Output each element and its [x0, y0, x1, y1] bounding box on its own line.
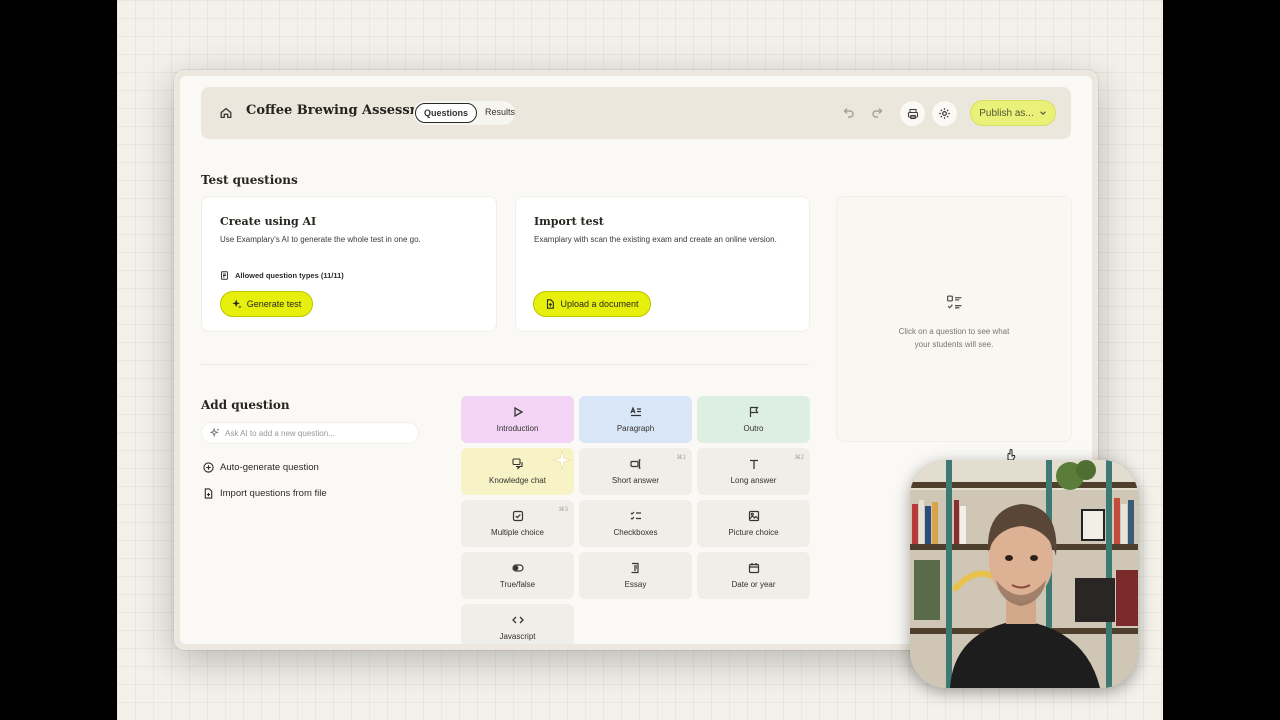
top-bar: Coffee Brewing Assessment Questions Resu…	[201, 87, 1071, 139]
short-answer-icon	[629, 459, 640, 469]
tab-results[interactable]: Results	[477, 103, 523, 123]
file-plus-icon	[204, 488, 213, 499]
section-divider	[201, 364, 809, 365]
tile-label: Date or year	[731, 580, 776, 589]
student-preview-panel: Click on a question to see what your stu…	[836, 196, 1072, 442]
tab-questions[interactable]: Questions	[415, 103, 478, 123]
sparkle-icon	[210, 428, 219, 438]
tile-introduction[interactable]: Introduction	[461, 396, 574, 443]
preview-message: Click on a question to see what your stu…	[837, 325, 1071, 351]
tile-label: True/false	[499, 580, 536, 589]
essay-icon	[631, 562, 639, 574]
document-icon	[221, 271, 228, 280]
tile-label: Knowledge chat	[489, 476, 546, 485]
import-questions-label: Import questions from file	[220, 488, 327, 499]
image-icon	[748, 510, 759, 522]
chevron-down-icon	[1039, 111, 1046, 115]
tile-checkboxes[interactable]: Checkboxes	[579, 500, 692, 547]
test-questions-heading: Test questions	[201, 173, 298, 187]
checkbox-icon	[512, 510, 523, 522]
settings-button[interactable]	[932, 101, 957, 126]
allowed-types[interactable]: Allowed question types (11/11)	[220, 271, 344, 280]
tile-label: Essay	[624, 580, 647, 589]
create-ai-description: Use Examplary's AI to generate the whole…	[220, 235, 421, 244]
checklist-icon	[946, 295, 962, 309]
redo-icon[interactable]	[870, 105, 886, 121]
view-tabs: Questions Results	[413, 101, 515, 125]
paragraph-icon	[629, 406, 641, 417]
printer-icon	[907, 108, 918, 119]
toggle-icon	[511, 564, 524, 572]
tile-label: Long answer	[730, 476, 777, 485]
code-icon	[511, 616, 524, 624]
tile-short-answer[interactable]: Short answer ⌘1	[579, 448, 692, 495]
preview-message-line1: Click on a question to see what	[898, 327, 1010, 336]
tile-javascript[interactable]: Javascript	[461, 604, 574, 644]
upload-document-button[interactable]: Upload a document	[533, 291, 651, 317]
print-button[interactable]	[900, 101, 925, 126]
shortcut-badge: ⌘3	[558, 507, 568, 513]
tile-label: Introduction	[496, 424, 539, 433]
sparkle-cursor-icon	[552, 450, 572, 470]
text-icon	[749, 459, 758, 469]
tile-label: Paragraph	[616, 424, 655, 433]
ai-question-input-wrap	[201, 422, 419, 444]
plus-circle-icon	[203, 462, 214, 473]
upload-file-icon	[547, 299, 555, 309]
chat-icon	[511, 458, 523, 470]
auto-generate-label: Auto-generate question	[220, 462, 319, 473]
allowed-types-label: Allowed question types (11/11)	[235, 271, 344, 280]
flag-icon	[749, 406, 759, 417]
undo-icon[interactable]	[840, 105, 856, 121]
tile-paragraph[interactable]: Paragraph	[579, 396, 692, 443]
publish-button[interactable]: Publish as...	[970, 100, 1056, 126]
gear-icon	[939, 108, 950, 119]
sparkle-icon	[232, 299, 242, 309]
preview-message-line2: your students will see.	[914, 340, 994, 349]
publish-label: Publish as...	[979, 107, 1034, 119]
tile-true-false[interactable]: True/false	[461, 552, 574, 599]
tile-essay[interactable]: Essay	[579, 552, 692, 599]
tile-label: Outro	[743, 424, 764, 433]
auto-generate-question[interactable]: Auto-generate question	[203, 462, 319, 473]
tile-outro[interactable]: Outro	[697, 396, 810, 443]
add-question-heading: Add question	[201, 398, 290, 412]
checklist-icon	[630, 511, 641, 520]
tile-knowledge-chat[interactable]: Knowledge chat	[461, 448, 574, 495]
tile-label: Checkboxes	[613, 528, 658, 537]
presenter-video	[910, 460, 1138, 688]
tile-label: Multiple choice	[491, 528, 544, 537]
generate-test-label: Generate test	[246, 299, 302, 309]
tile-date-or-year[interactable]: Date or year	[697, 552, 810, 599]
create-ai-title: Create using AI	[220, 215, 317, 228]
tile-picture-choice[interactable]: Picture choice	[697, 500, 810, 547]
tile-long-answer[interactable]: Long answer ⌘2	[697, 448, 810, 495]
generate-test-button[interactable]: Generate test	[220, 291, 313, 317]
import-questions-file[interactable]: Import questions from file	[203, 488, 327, 499]
play-icon	[513, 406, 523, 418]
shortcut-badge: ⌘1	[676, 455, 686, 461]
create-ai-card: Create using AI Use Examplary's AI to ge…	[201, 196, 497, 332]
calendar-icon	[748, 563, 759, 574]
tile-label: Javascript	[499, 632, 536, 641]
shortcut-badge: ⌘2	[794, 455, 804, 461]
tile-multiple-choice[interactable]: Multiple choice ⌘3	[461, 500, 574, 547]
import-test-description: Examplary with scan the existing exam an…	[534, 235, 777, 244]
import-test-card: Import test Examplary with scan the exis…	[515, 196, 810, 332]
import-test-title: Import test	[534, 215, 604, 228]
ai-question-input[interactable]	[225, 428, 405, 438]
tile-label: Picture choice	[728, 528, 779, 537]
upload-document-label: Upload a document	[560, 299, 639, 309]
home-icon[interactable]	[219, 106, 233, 120]
tile-label: Short answer	[611, 476, 660, 485]
webcam-overlay	[910, 460, 1138, 688]
